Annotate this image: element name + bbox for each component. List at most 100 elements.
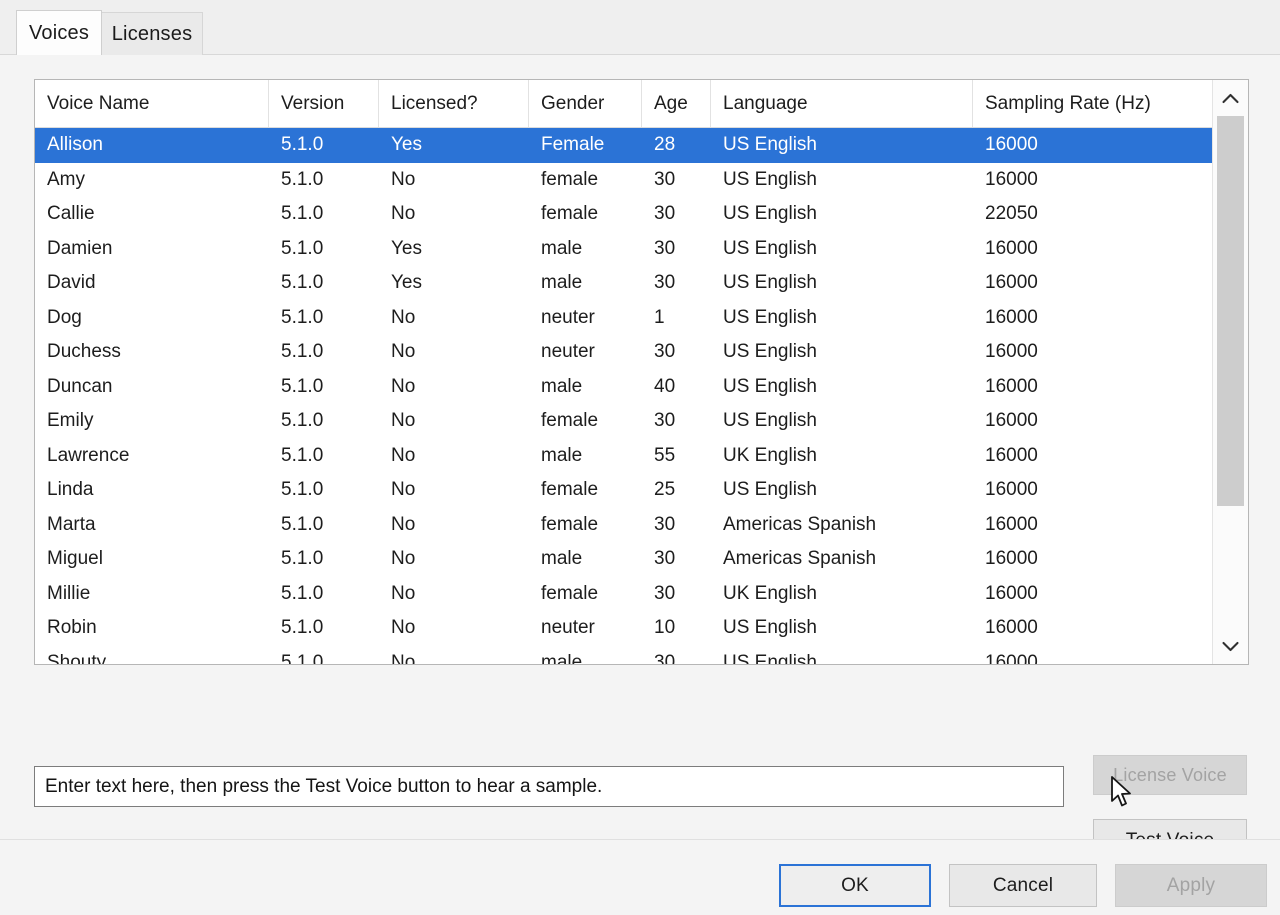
table-row[interactable]: Duchess5.1.0Noneuter30US English16000 <box>35 335 1248 370</box>
apply-button-label: Apply <box>1167 875 1216 897</box>
cell-sampling-rate: 16000 <box>973 232 1213 267</box>
cell-sampling-rate: 16000 <box>973 439 1213 474</box>
cell-version: 5.1.0 <box>269 577 379 612</box>
table-row[interactable]: Amy5.1.0Nofemale30US English16000 <box>35 163 1248 198</box>
cell-language: US English <box>711 335 973 370</box>
cell-voice-name: Duchess <box>35 335 269 370</box>
cell-sampling-rate: 16000 <box>973 301 1213 336</box>
cell-gender: male <box>529 266 642 301</box>
table-row[interactable]: Miguel5.1.0Nomale30Americas Spanish16000 <box>35 542 1248 577</box>
scrollbar-thumb[interactable] <box>1217 116 1244 506</box>
cell-gender: female <box>529 473 642 508</box>
table-row[interactable]: Damien5.1.0Yesmale30US English16000 <box>35 232 1248 267</box>
cell-licensed: Yes <box>379 232 529 267</box>
cell-sampling-rate: 16000 <box>973 404 1213 439</box>
cell-version: 5.1.0 <box>269 439 379 474</box>
sample-text-input[interactable] <box>34 766 1064 807</box>
cancel-button-label: Cancel <box>993 875 1053 897</box>
tab-voices[interactable]: Voices <box>16 10 102 55</box>
table-row[interactable]: Dog5.1.0Noneuter1US English16000 <box>35 301 1248 336</box>
chevron-down-icon[interactable] <box>1213 628 1248 664</box>
column-header-licensed[interactable]: Licensed? <box>379 80 529 127</box>
cell-voice-name: Amy <box>35 163 269 198</box>
cell-language: US English <box>711 611 973 646</box>
voices-table[interactable]: Voice Name Version Licensed? Gender Age … <box>34 79 1249 665</box>
column-header-age[interactable]: Age <box>642 80 711 127</box>
table-row[interactable]: Duncan5.1.0Nomale40US English16000 <box>35 370 1248 405</box>
cell-licensed: No <box>379 335 529 370</box>
cell-version: 5.1.0 <box>269 232 379 267</box>
cell-age: 25 <box>642 473 711 508</box>
cell-gender: male <box>529 439 642 474</box>
table-row[interactable]: David5.1.0Yesmale30US English16000 <box>35 266 1248 301</box>
cell-age: 30 <box>642 542 711 577</box>
table-row[interactable]: Robin5.1.0Noneuter10US English16000 <box>35 611 1248 646</box>
cell-gender: male <box>529 232 642 267</box>
column-header-sampling-rate[interactable]: Sampling Rate (Hz) <box>973 80 1213 127</box>
cell-version: 5.1.0 <box>269 266 379 301</box>
cell-version: 5.1.0 <box>269 646 379 665</box>
column-header-voice-name[interactable]: Voice Name <box>35 80 269 127</box>
table-row[interactable]: Linda5.1.0Nofemale25US English16000 <box>35 473 1248 508</box>
apply-button[interactable]: Apply <box>1115 864 1267 907</box>
table-row[interactable]: Marta5.1.0Nofemale30Americas Spanish1600… <box>35 508 1248 543</box>
cell-licensed: No <box>379 163 529 198</box>
cell-gender: female <box>529 404 642 439</box>
table-row[interactable]: Allison5.1.0YesFemale28US English16000 <box>35 128 1248 163</box>
cell-age: 30 <box>642 577 711 612</box>
cell-voice-name: Shouty <box>35 646 269 665</box>
cell-gender: neuter <box>529 335 642 370</box>
cell-language: US English <box>711 404 973 439</box>
dialog-footer: OK Cancel Apply <box>0 839 1280 915</box>
cell-voice-name: Lawrence <box>35 439 269 474</box>
ok-button[interactable]: OK <box>779 864 931 907</box>
cell-age: 30 <box>642 646 711 665</box>
table-row[interactable]: Emily5.1.0Nofemale30US English16000 <box>35 404 1248 439</box>
cancel-button[interactable]: Cancel <box>949 864 1097 907</box>
cell-language: US English <box>711 163 973 198</box>
cell-gender: male <box>529 370 642 405</box>
tab-strip: Voices Licenses <box>0 0 1280 55</box>
cell-version: 5.1.0 <box>269 611 379 646</box>
license-voice-label: License Voice <box>1113 765 1227 786</box>
cell-language: UK English <box>711 439 973 474</box>
cell-language: US English <box>711 197 973 232</box>
column-header-version[interactable]: Version <box>269 80 379 127</box>
cell-version: 5.1.0 <box>269 508 379 543</box>
license-voice-button[interactable]: License Voice <box>1093 755 1247 795</box>
cell-sampling-rate: 16000 <box>973 370 1213 405</box>
cell-licensed: No <box>379 646 529 665</box>
cell-age: 30 <box>642 335 711 370</box>
cell-age: 30 <box>642 163 711 198</box>
cell-voice-name: Dog <box>35 301 269 336</box>
tab-voices-label: Voices <box>29 22 89 45</box>
cell-gender: female <box>529 577 642 612</box>
cell-version: 5.1.0 <box>269 128 379 163</box>
cell-age: 1 <box>642 301 711 336</box>
cell-language: US English <box>711 266 973 301</box>
cell-licensed: Yes <box>379 266 529 301</box>
table-row[interactable]: Lawrence5.1.0Nomale55UK English16000 <box>35 439 1248 474</box>
cell-sampling-rate: 22050 <box>973 197 1213 232</box>
table-row[interactable]: Millie5.1.0Nofemale30UK English16000 <box>35 577 1248 612</box>
table-row[interactable]: Callie5.1.0Nofemale30US English22050 <box>35 197 1248 232</box>
cell-version: 5.1.0 <box>269 301 379 336</box>
cell-gender: neuter <box>529 611 642 646</box>
table-row[interactable]: Shouty5.1.0Nomale30US English16000 <box>35 646 1248 665</box>
cell-voice-name: David <box>35 266 269 301</box>
cell-gender: male <box>529 542 642 577</box>
cell-voice-name: Duncan <box>35 370 269 405</box>
cell-language: US English <box>711 646 973 665</box>
tab-licenses[interactable]: Licenses <box>101 12 203 55</box>
chevron-up-icon[interactable] <box>1213 80 1248 116</box>
cell-age: 40 <box>642 370 711 405</box>
cell-voice-name: Linda <box>35 473 269 508</box>
column-header-language[interactable]: Language <box>711 80 973 127</box>
cell-language: UK English <box>711 577 973 612</box>
cell-licensed: No <box>379 301 529 336</box>
ok-button-label: OK <box>841 875 869 897</box>
cell-gender: female <box>529 197 642 232</box>
vertical-scrollbar[interactable] <box>1212 80 1248 664</box>
cell-sampling-rate: 16000 <box>973 577 1213 612</box>
column-header-gender[interactable]: Gender <box>529 80 642 127</box>
